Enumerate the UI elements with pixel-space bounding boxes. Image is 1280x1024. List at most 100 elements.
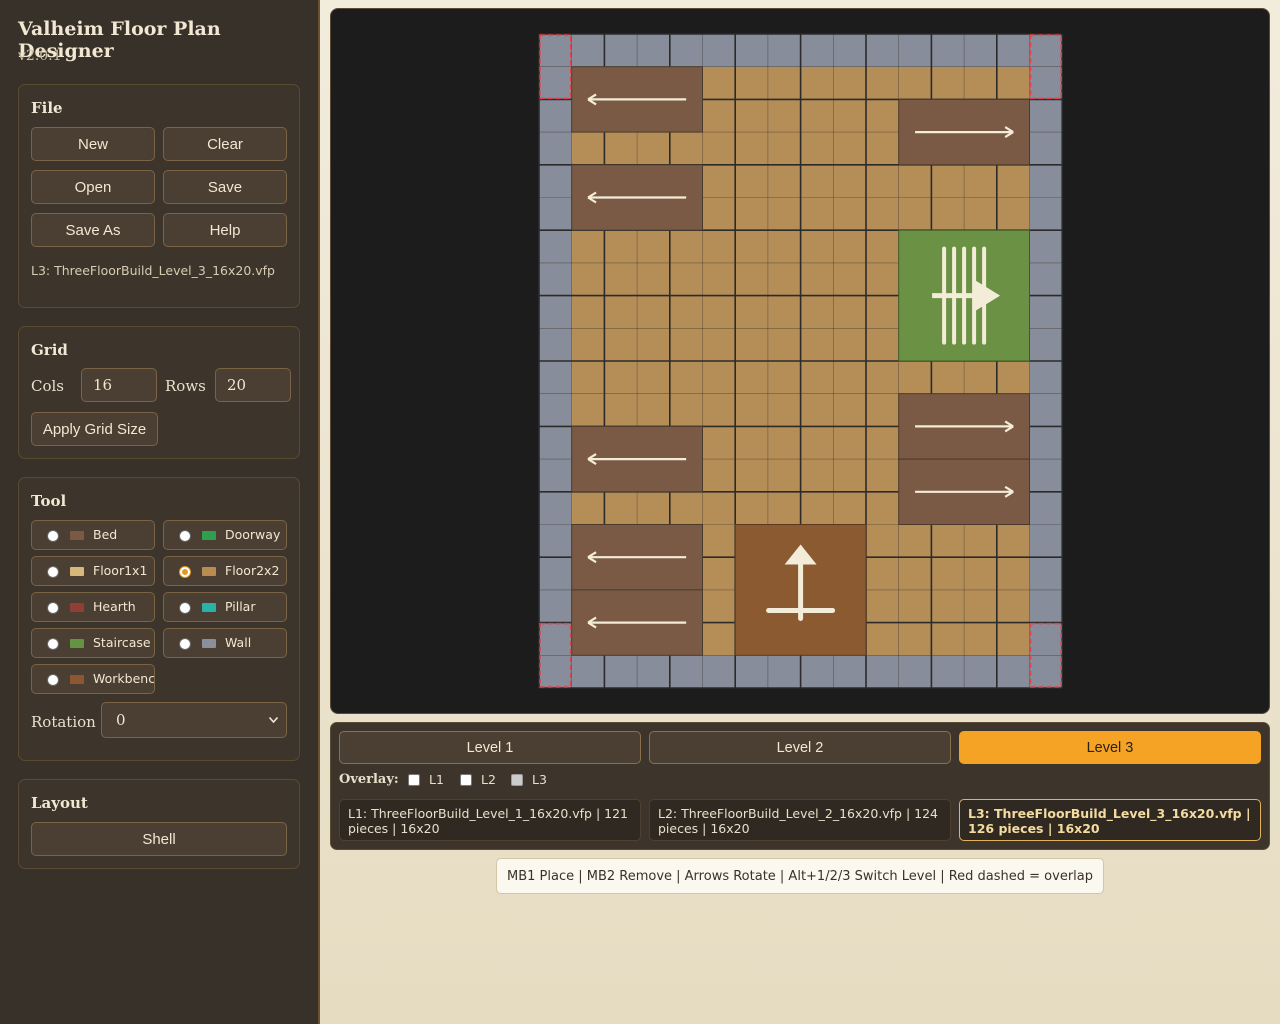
tool-radio[interactable]: [179, 602, 191, 614]
tool-radio[interactable]: [47, 674, 59, 686]
wall-cell: [931, 34, 965, 67]
tool-color-swatch: [202, 639, 216, 648]
wall-cell: [1029, 197, 1063, 231]
cols-input[interactable]: 16: [81, 368, 157, 402]
new-button[interactable]: New: [31, 127, 155, 161]
cols-label: Cols: [31, 377, 65, 395]
wall-cell: [669, 655, 703, 688]
floor-plan-canvas[interactable]: [330, 8, 1270, 714]
tool-radio[interactable]: [47, 530, 59, 542]
wall-cell: [866, 655, 899, 688]
wall-cell: [539, 393, 572, 427]
tool-option-bed[interactable]: Bed: [31, 520, 155, 550]
wall-cell: [539, 164, 572, 198]
wall-cell: [539, 655, 572, 688]
wall-cell: [571, 655, 605, 688]
wall-cell: [1029, 393, 1063, 427]
tool-option-staircase[interactable]: Staircase: [31, 628, 155, 658]
wall-cell: [539, 426, 572, 460]
tool-radio[interactable]: [179, 530, 191, 542]
wall-cell: [571, 34, 605, 67]
wall-cell: [539, 34, 572, 67]
wall-cell: [1029, 589, 1063, 623]
help-button[interactable]: Help: [163, 213, 287, 247]
grid-panel-title: Grid: [31, 341, 68, 359]
wall-cell: [1029, 491, 1063, 525]
tool-option-label: Pillar: [225, 599, 256, 614]
wall-cell: [800, 34, 834, 67]
save-button[interactable]: Save: [163, 170, 287, 204]
wall-cell: [539, 197, 572, 231]
tool-option-label: Hearth: [93, 599, 136, 614]
overlay-label-l3: L3: [532, 772, 547, 787]
wall-cell: [539, 557, 572, 590]
tool-option-floor1x1[interactable]: Floor1x1: [31, 556, 155, 586]
tool-option-floor2x2[interactable]: Floor2x2: [163, 556, 287, 586]
tab-level-1[interactable]: Level 1: [339, 731, 641, 764]
clear-button[interactable]: Clear: [163, 127, 287, 161]
wall-cell: [539, 262, 572, 296]
rows-value: 20: [227, 376, 247, 394]
tool-option-label: Doorway: [225, 527, 281, 542]
wall-cell: [539, 132, 572, 165]
tool-option-pillar[interactable]: Pillar: [163, 592, 287, 622]
overlay-label-l1: L1: [429, 772, 444, 787]
rotation-select[interactable]: 0: [101, 702, 287, 738]
shell-button[interactable]: Shell: [31, 822, 287, 856]
wall-cell: [996, 655, 1030, 688]
wall-cell: [767, 34, 801, 67]
app-title: Valheim Floor Plan Designer: [18, 18, 221, 62]
file-panel: File New Clear Open Save Save As Help L3…: [18, 84, 300, 308]
rows-input[interactable]: 20: [215, 368, 291, 402]
level-info-2[interactable]: L2: ThreeFloorBuild_Level_2_16x20.vfp | …: [649, 799, 951, 841]
wall-cell: [1029, 295, 1063, 329]
hint-bar: MB1 Place | MB2 Remove | Arrows Rotate |…: [496, 858, 1104, 894]
wall-cell: [735, 655, 768, 688]
tool-radio[interactable]: [179, 638, 191, 650]
tool-option-label: Wall: [225, 635, 252, 650]
current-file-path: L3: ThreeFloorBuild_Level_3_16x20.vfp: [31, 263, 275, 278]
wall-cell: [1029, 557, 1063, 590]
wall-cell: [1029, 230, 1063, 263]
level-info-1[interactable]: L1: ThreeFloorBuild_Level_1_16x20.vfp | …: [339, 799, 641, 841]
open-button[interactable]: Open: [31, 170, 155, 204]
wall-cell: [539, 491, 572, 525]
tool-color-swatch: [70, 531, 84, 540]
tool-radio[interactable]: [47, 602, 59, 614]
wall-cell: [1029, 622, 1063, 656]
tool-option-label: Floor1x1: [93, 563, 148, 578]
wall-cell: [669, 34, 703, 67]
wall-cell: [1029, 99, 1063, 133]
wall-cell: [1029, 132, 1063, 165]
tool-option-wall[interactable]: Wall: [163, 628, 287, 658]
wall-cell: [702, 34, 736, 67]
overlay-checkbox-l1[interactable]: [408, 774, 420, 786]
tool-color-swatch: [70, 567, 84, 576]
tool-option-workbench[interactable]: Workbench: [31, 664, 155, 694]
wall-cell: [964, 34, 997, 67]
wall-cell: [1029, 426, 1063, 460]
wall-cell: [1029, 459, 1063, 492]
tool-radio[interactable]: [179, 566, 191, 578]
floor-plan-grid[interactable]: [331, 9, 1269, 713]
chevron-down-icon: [269, 717, 278, 723]
tool-option-hearth[interactable]: Hearth: [31, 592, 155, 622]
apply-grid-size-button[interactable]: Apply Grid Size: [31, 412, 158, 446]
wall-cell: [637, 655, 670, 688]
overlay-checkbox-l2[interactable]: [460, 774, 472, 786]
tool-panel-title: Tool: [31, 492, 67, 510]
wall-cell: [539, 524, 572, 558]
tool-option-doorway[interactable]: Doorway: [163, 520, 287, 550]
wall-cell: [539, 328, 572, 361]
wall-cell: [539, 230, 572, 263]
tool-radio[interactable]: [47, 638, 59, 650]
tab-level-2[interactable]: Level 2: [649, 731, 951, 764]
tab-level-3[interactable]: Level 3: [959, 731, 1261, 764]
level-info-3[interactable]: L3: ThreeFloorBuild_Level_3_16x20.vfp | …: [959, 799, 1261, 841]
tool-radio[interactable]: [47, 566, 59, 578]
rotation-value: 0: [116, 711, 126, 729]
cols-value: 16: [93, 376, 113, 394]
save-as-button[interactable]: Save As: [31, 213, 155, 247]
tool-panel: Tool Bed Doorway Floor1x1 Floor2x2 Hearth Pil…: [18, 477, 300, 761]
wall-cell: [604, 655, 638, 688]
